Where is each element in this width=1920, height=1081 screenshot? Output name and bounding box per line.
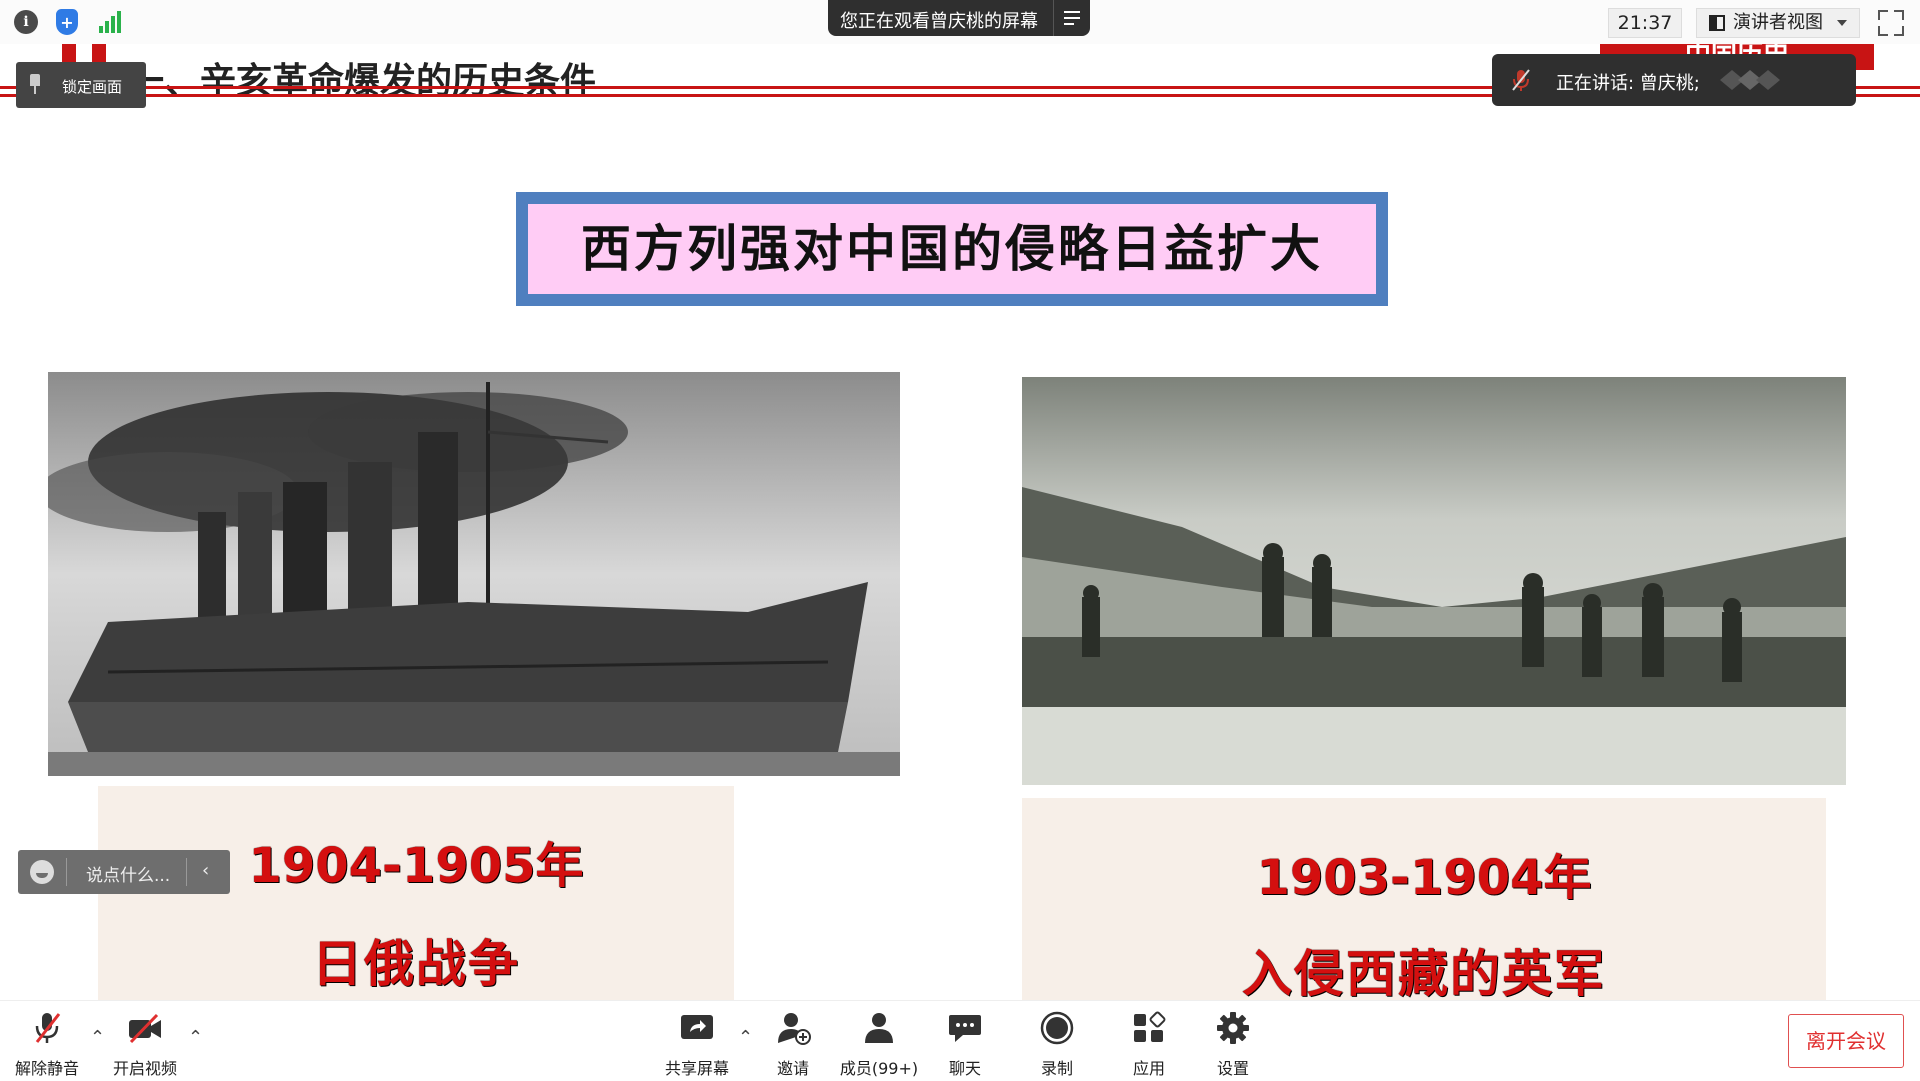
invite-label: 邀请 bbox=[776, 1059, 809, 1078]
gear-icon bbox=[1217, 1012, 1249, 1044]
chat-button[interactable]: 聊天 bbox=[920, 1011, 1010, 1078]
divider bbox=[66, 858, 67, 886]
share-screen-label: 共享屏幕 bbox=[664, 1059, 729, 1078]
apps-grid-icon bbox=[1134, 1011, 1166, 1042]
settings-label: 设置 bbox=[1216, 1059, 1249, 1078]
share-menu-icon[interactable] bbox=[1053, 0, 1090, 36]
network-signal-icon[interactable] bbox=[98, 11, 122, 33]
members-button[interactable]: 成员(99+) bbox=[834, 1011, 924, 1078]
slide-title: 西方列强对中国的侵略日益扩大 bbox=[528, 204, 1376, 294]
active-speaker-indicator: 正在讲话: 曾庆桃; bbox=[1492, 54, 1856, 106]
chat-quick-input[interactable]: 说点什么... ‹ bbox=[18, 850, 230, 894]
caption-russo-japanese-war: 1904-1905年 日俄战争 bbox=[98, 786, 734, 1010]
view-mode-label: 演讲者视图 bbox=[1733, 12, 1823, 33]
record-icon bbox=[1040, 1011, 1074, 1045]
chevron-down-icon bbox=[1837, 20, 1847, 26]
leave-meeting-button[interactable]: 离开会议 bbox=[1788, 1014, 1904, 1068]
share-screen-button[interactable]: 共享屏幕 bbox=[652, 1011, 742, 1078]
fullscreen-icon[interactable] bbox=[1878, 10, 1904, 36]
top-bar: i + 您正在观看曾庆桃的屏幕 21:37 演讲者视图 bbox=[0, 0, 1920, 45]
video-off-icon bbox=[129, 1013, 161, 1044]
meeting-toolbar: 解除静音 ⌃ 开启视频 ⌃ 共享屏幕 ⌃ 邀请 成员(99+) 聊天 录制 应用… bbox=[0, 1000, 1920, 1081]
start-video-button[interactable]: 开启视频 bbox=[100, 1011, 190, 1078]
record-button[interactable]: 录制 bbox=[1012, 1011, 1102, 1078]
video-options-caret-icon[interactable]: ⌃ bbox=[188, 1027, 203, 1048]
lock-view-label: 锁定画面 bbox=[62, 78, 123, 96]
unmute-label: 解除静音 bbox=[14, 1059, 79, 1078]
tibet-invasion-photo bbox=[1022, 377, 1846, 785]
start-video-label: 开启视频 bbox=[112, 1059, 177, 1078]
emoji-icon[interactable] bbox=[30, 860, 54, 884]
chat-placeholder: 说点什么... bbox=[86, 866, 171, 886]
screen-share-notice-label: 您正在观看曾庆桃的屏幕 bbox=[840, 11, 1038, 32]
lock-view-button[interactable]: 锁定画面 bbox=[16, 62, 146, 108]
invite-button[interactable]: 邀请 bbox=[748, 1011, 838, 1078]
caption-event: 日俄战争 bbox=[312, 935, 520, 993]
members-label: 成员(99+) bbox=[839, 1059, 919, 1078]
screen-share-notice[interactable]: 您正在观看曾庆桃的屏幕 bbox=[828, 0, 1090, 36]
chat-label: 聊天 bbox=[948, 1059, 981, 1078]
view-mode-dropdown[interactable]: 演讲者视图 bbox=[1696, 8, 1860, 38]
caption-event: 入侵西藏的英军 bbox=[1242, 945, 1606, 1003]
caption-years: 1903-1904年 bbox=[1256, 850, 1592, 906]
pin-icon bbox=[30, 74, 40, 94]
slide-heading: 一、辛亥革命爆发的历史条件 bbox=[128, 62, 597, 98]
chat-bubble-icon bbox=[949, 1015, 981, 1042]
settings-button[interactable]: 设置 bbox=[1188, 1011, 1278, 1078]
active-speaker-label: 正在讲话: 曾庆桃; bbox=[1556, 73, 1700, 94]
speaker-avatar-blur bbox=[1720, 70, 1780, 90]
slide-title-box: 西方列强对中国的侵略日益扩大 bbox=[516, 192, 1388, 306]
record-label: 录制 bbox=[1040, 1059, 1073, 1078]
apps-button[interactable]: 应用 bbox=[1104, 1011, 1194, 1078]
chevron-left-icon[interactable]: ‹ bbox=[202, 860, 209, 881]
layout-icon bbox=[1709, 15, 1725, 31]
share-screen-icon bbox=[681, 1015, 713, 1039]
info-icon[interactable]: i bbox=[14, 10, 38, 34]
caption-british-tibet: 1903-1904年 入侵西藏的英军 bbox=[1022, 798, 1826, 1022]
unmute-button[interactable]: 解除静音 bbox=[2, 1011, 92, 1078]
members-icon bbox=[865, 1013, 893, 1043]
warship-photo bbox=[48, 372, 900, 776]
invite-user-icon bbox=[778, 1013, 811, 1045]
muted-mic-icon bbox=[1512, 69, 1530, 91]
apps-label: 应用 bbox=[1132, 1059, 1165, 1078]
shared-screen: 一、辛亥革命爆发的历史条件 中国历史 锁定画面 正在讲话: 曾庆桃; 西方列强对… bbox=[0, 44, 1920, 1022]
divider bbox=[186, 858, 187, 886]
security-shield-icon[interactable]: + bbox=[56, 9, 78, 35]
muted-mic-icon bbox=[35, 1013, 61, 1043]
meeting-clock: 21:37 bbox=[1608, 8, 1682, 38]
